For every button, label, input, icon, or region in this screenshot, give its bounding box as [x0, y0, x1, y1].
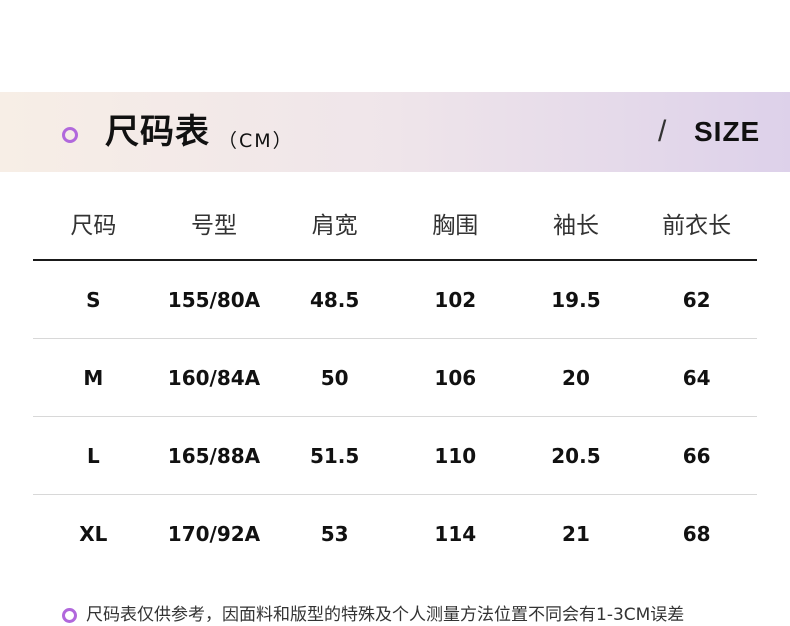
header-model: 号型 — [190, 212, 237, 239]
cell-sleeve: 20.5 — [551, 443, 601, 468]
table-header-row: 尺码 号型 肩宽 胸围 袖长 前衣长 — [33, 186, 757, 261]
cell-chest: 102 — [434, 287, 477, 312]
cell-sleeve: 20 — [562, 365, 590, 390]
cell-size: M — [83, 365, 104, 390]
cell-model: 155/80A — [167, 287, 261, 312]
table-row: L 165/88A 51.5 110 20.5 66 — [33, 417, 757, 495]
page-title: 尺码表 — [105, 112, 210, 152]
cell-chest: 110 — [434, 443, 477, 468]
footnote-text: 尺码表仅供参考，因面料和版型的特殊及个人测量方法位置不同会有1-3CM误差 — [86, 605, 685, 625]
table-row: S 155/80A 48.5 102 19.5 62 — [33, 261, 757, 339]
cell-shoulder: 53 — [320, 521, 349, 546]
cell-chest: 114 — [434, 521, 477, 546]
size-chart-page: 尺码表 （CM） / SIZE 尺码 号型 肩宽 胸围 袖长 前衣长 S 155… — [0, 0, 790, 626]
cell-front-length: 68 — [682, 521, 711, 546]
footnote: 尺码表仅供参考，因面料和版型的特殊及个人测量方法位置不同会有1-3CM误差 — [62, 604, 684, 626]
cell-size: S — [86, 287, 101, 312]
unit-label: （CM） — [218, 130, 294, 152]
circle-bullet-icon — [62, 127, 78, 143]
cell-size: L — [86, 443, 100, 468]
size-label: SIZE — [694, 116, 761, 147]
cell-shoulder: 48.5 — [309, 287, 360, 312]
cell-front-length: 66 — [682, 443, 711, 468]
cell-shoulder: 50 — [320, 365, 349, 390]
cell-sleeve: 19.5 — [551, 287, 601, 312]
header-shoulder: 肩宽 — [311, 212, 358, 239]
cell-model: 165/88A — [167, 443, 261, 468]
header-front-length: 前衣长 — [662, 212, 732, 239]
slash-divider: / — [658, 115, 667, 148]
header-sleeve: 袖长 — [552, 212, 599, 239]
cell-front-length: 64 — [682, 365, 711, 390]
title-banner: 尺码表 （CM） / SIZE — [0, 92, 790, 172]
cell-model: 160/84A — [167, 365, 261, 390]
cell-shoulder: 51.5 — [309, 443, 360, 468]
cell-size: XL — [79, 521, 108, 546]
table-row: M 160/84A 50 106 20 64 — [33, 339, 757, 417]
header-chest: 胸围 — [432, 212, 479, 239]
header-size: 尺码 — [70, 212, 117, 239]
cell-model: 170/92A — [167, 521, 261, 546]
cell-front-length: 62 — [682, 287, 711, 312]
cell-sleeve: 21 — [562, 521, 590, 546]
size-table: 尺码 号型 肩宽 胸围 袖长 前衣长 S 155/80A 48.5 102 19… — [33, 186, 757, 572]
cell-chest: 106 — [434, 365, 477, 390]
circle-bullet-icon — [62, 607, 77, 623]
table-row: XL 170/92A 53 114 21 68 — [33, 495, 757, 572]
